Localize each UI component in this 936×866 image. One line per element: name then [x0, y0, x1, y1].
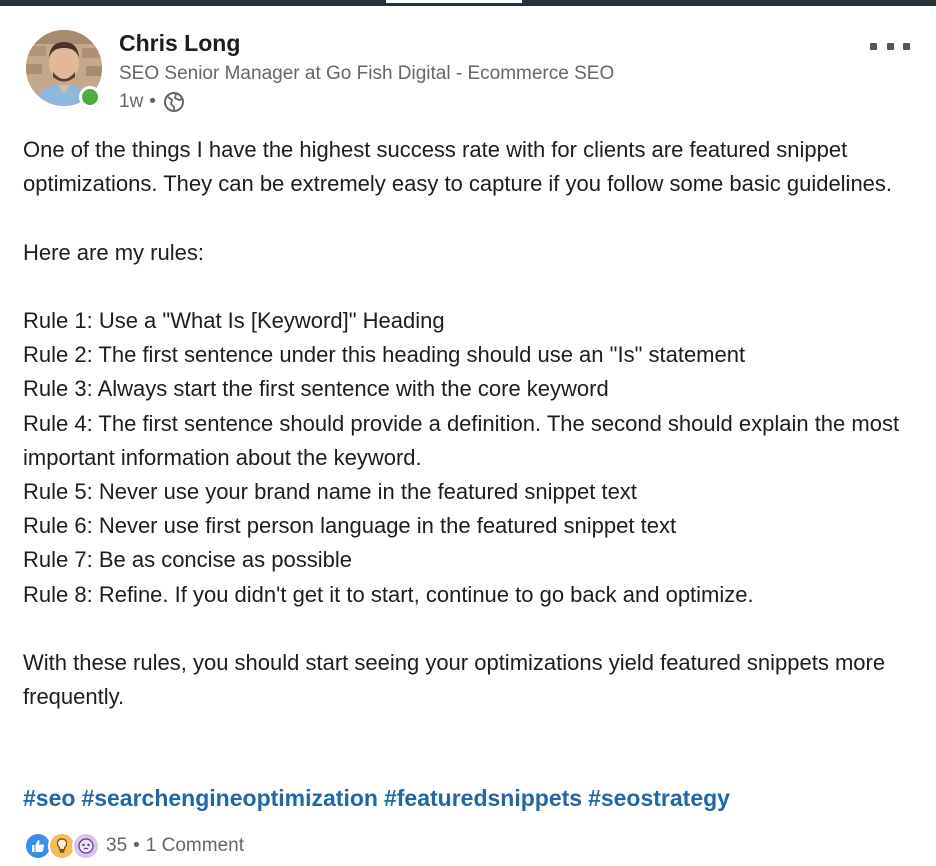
post-body: One of the things I have the highest suc… — [23, 133, 918, 714]
rule-1: Rule 1: Use a "What Is [Keyword]" Headin… — [23, 307, 445, 333]
author-headline: SEO Senior Manager at Go Fish Digital - … — [119, 63, 615, 84]
hashtag-link[interactable]: #searchengineoptimization — [81, 785, 378, 811]
curious-icon — [72, 832, 100, 860]
hashtag-link[interactable]: #seo — [23, 785, 75, 811]
post-closing: With these rules, you should start seein… — [23, 650, 886, 710]
rule-4: Rule 4: The first sentence should provid… — [23, 410, 900, 470]
active-tab-indicator — [386, 0, 522, 3]
rule-6: Rule 6: Never use first person language … — [23, 513, 677, 539]
reaction-icons[interactable] — [24, 832, 100, 860]
hashtags: #seo #searchengineoptimization #featuredsn… — [23, 785, 736, 812]
more-options-icon[interactable] — [870, 36, 910, 56]
globe-icon — [162, 90, 186, 114]
rule-3: Rule 3: Always start the first sentence … — [23, 376, 609, 402]
rule-8: Rule 8: Refine. If you didn't get it to … — [23, 581, 754, 607]
rule-5: Rule 5: Never use your brand name in the… — [23, 479, 637, 504]
reaction-count[interactable]: 35 — [106, 835, 127, 857]
author-name[interactable]: Chris Long — [119, 30, 240, 57]
post-intro: One of the things I have the highest suc… — [23, 137, 893, 197]
hashtag-link[interactable]: #seostrategy — [588, 785, 730, 811]
comment-count[interactable]: 1 Comment — [146, 835, 244, 857]
online-status-indicator — [79, 86, 101, 108]
meta-separator: • — [149, 91, 156, 112]
post-time: 1w — [119, 91, 144, 112]
social-separator: • — [133, 835, 140, 856]
rule-7: Rule 7: Be as concise as possible — [23, 547, 352, 573]
post-rules-intro: Here are my rules: — [23, 239, 204, 265]
post-meta: 1w • — [119, 89, 186, 115]
social-counts: 35 • 1 Comment — [24, 832, 244, 860]
post-card: Chris Long SEO Senior Manager at Go Fish… — [0, 6, 936, 866]
hashtag-link[interactable]: #featuredsnippets — [384, 785, 582, 811]
rule-2: Rule 2: The first sentence under this he… — [23, 342, 746, 368]
